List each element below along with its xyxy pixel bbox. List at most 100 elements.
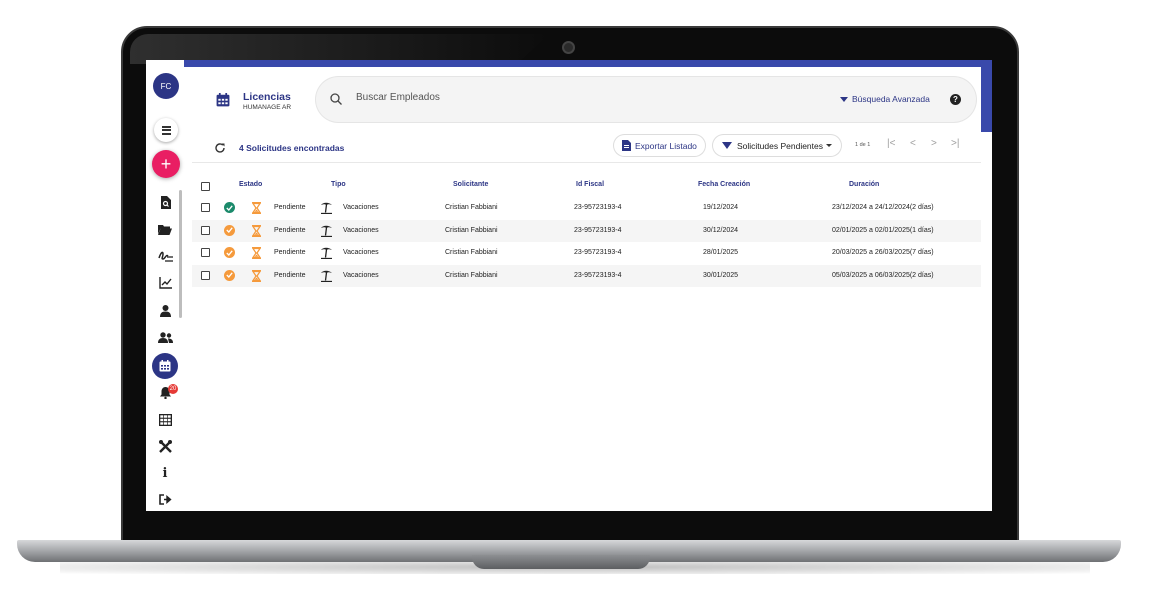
sidebar-item-tools[interactable] [154,435,176,457]
last-page-button[interactable]: >| [951,138,959,149]
hourglass-icon [252,269,261,282]
id-fiscal-cell: 23-95723193-4 [574,271,622,279]
table-row[interactable]: Pendiente Vacaciones Cristian Fabbiani 23-9… [192,197,981,220]
search-icon [330,93,342,105]
info-icon: i [162,465,168,481]
laptop-notch [472,555,650,569]
status-check-icon [224,247,235,258]
duracion-cell: 02/01/2025 a 02/01/2025(1 días) [832,226,934,234]
duracion-cell: 05/03/2025 a 06/03/2025(2 días) [832,271,934,279]
column-header-tipo[interactable]: Tipo [331,181,346,188]
chevron-down-icon [826,144,833,147]
sidebar-item-chart[interactable] [154,272,176,294]
fecha-creacion-cell: 30/12/2024 [703,226,739,234]
toolbar: 4 Solicitudes encontradas Exportar Lista… [192,135,981,163]
id-fiscal-cell: 23-95723193-4 [574,226,622,234]
palm-tree-icon [321,247,332,259]
prev-page-button[interactable]: < [910,138,916,149]
refresh-icon[interactable] [214,142,226,154]
column-header-fecha-creacion[interactable]: Fecha Creación [698,181,750,188]
sidebar-item-notifications[interactable]: 20 [154,382,178,404]
user-icon [159,305,171,317]
table-row[interactable]: Pendiente Vacaciones Cristian Fabbiani 23-9… [192,219,981,242]
hourglass-icon [252,202,261,214]
column-header-id-fiscal[interactable]: Id Fiscal [576,181,604,188]
signature-icon [157,251,173,262]
logout-icon [158,493,172,505]
sidebar-item-user[interactable] [154,300,176,322]
sidebar-scrollbar[interactable] [179,190,182,318]
hourglass-icon [252,224,261,237]
sidebar-item-folder[interactable] [154,218,176,240]
page-title: Licencias [243,91,291,103]
fecha-creacion-cell: 28/01/2025 [703,249,739,256]
search-input[interactable] [356,92,756,103]
solicitante-cell: Cristian Fabbiani [445,249,498,256]
users-icon [157,332,173,343]
table-body: Pendiente Vacaciones Cristian Fabbiani 23-9… [192,197,981,287]
app-screen: FC + 20 i Licencias HUMANAGE AR Buscar E… [146,60,992,511]
row-checkbox[interactable] [201,203,210,212]
pagination-label: 1 de 1 [855,142,871,148]
advanced-search-button[interactable]: Búsqueda Avanzada [840,94,930,104]
fecha-creacion-cell: 19/12/2024 [703,204,739,211]
folder-icon [158,224,172,235]
results-count: 4 Solicitudes encontradas [239,143,345,153]
row-checkbox[interactable] [201,270,210,280]
estado-cell: Pendiente [274,204,306,211]
id-fiscal-cell: 23-95723193-4 [574,204,622,211]
file-export-icon [622,140,631,151]
sidebar-item-search-document[interactable] [154,191,176,213]
accent-bar-top [184,60,992,67]
main-content: Licencias HUMANAGE AR Búsqueda Avanzada … [192,67,981,511]
caret-down-icon [840,96,848,102]
column-header-estado[interactable]: Estado [239,181,262,188]
solicitante-cell: Cristian Fabbiani [445,204,498,211]
column-header-duracion[interactable]: Duración [849,181,879,188]
advanced-search-label: Búsqueda Avanzada [852,94,930,104]
page-subtitle: HUMANAGE AR [243,104,292,111]
select-all-checkbox[interactable] [201,182,210,191]
tipo-cell: Vacaciones [343,226,379,234]
table-row[interactable]: Pendiente Vacaciones Cristian Fabbiani 23-9… [192,242,981,265]
duracion-cell: 23/12/2024 a 24/12/2024(2 días) [832,204,934,211]
hamburger-icon [161,125,171,135]
palm-tree-icon [321,202,332,214]
chart-line-icon [158,277,172,289]
avatar[interactable]: FC [153,73,179,99]
export-button[interactable]: Exportar Listado [614,135,705,156]
table-icon [158,414,172,426]
solicitante-cell: Cristian Fabbiani [445,226,498,234]
first-page-button[interactable]: |< [887,138,895,149]
estado-cell: Pendiente [274,271,306,279]
status-filter-dropdown[interactable]: Solicitudes Pendientes [713,135,841,156]
requests-table: Estado Tipo Solicitante Id Fiscal Fecha … [192,175,981,287]
hourglass-icon [252,247,261,259]
sidebar-item-users[interactable] [154,327,176,349]
status-check-icon [224,202,235,213]
sidebar-item-table[interactable] [154,409,176,431]
help-button[interactable]: ? [950,94,961,105]
status-check-icon [224,224,235,236]
notification-badge: 20 [168,384,178,394]
row-checkbox[interactable] [201,248,210,257]
tipo-cell: Vacaciones [343,249,379,256]
column-header-solicitante[interactable]: Solicitante [453,181,488,188]
palm-tree-icon [321,225,332,237]
tools-icon [158,439,172,453]
menu-button[interactable] [154,118,178,142]
estado-cell: Pendiente [274,249,306,256]
calendar-icon [216,93,230,107]
row-checkbox[interactable] [201,225,210,235]
tipo-cell: Vacaciones [343,204,379,211]
estado-cell: Pendiente [274,226,306,234]
table-row[interactable]: Pendiente Vacaciones Cristian Fabbiani 23-9… [192,264,981,287]
export-label: Exportar Listado [635,140,697,151]
sidebar-item-signature[interactable] [154,245,176,267]
sidebar-item-info[interactable]: i [154,462,176,484]
add-button[interactable]: + [152,150,180,178]
sidebar-item-logout[interactable] [154,488,176,510]
calendar-icon [159,360,171,372]
sidebar-item-licencias[interactable] [152,353,178,379]
next-page-button[interactable]: > [931,138,937,149]
